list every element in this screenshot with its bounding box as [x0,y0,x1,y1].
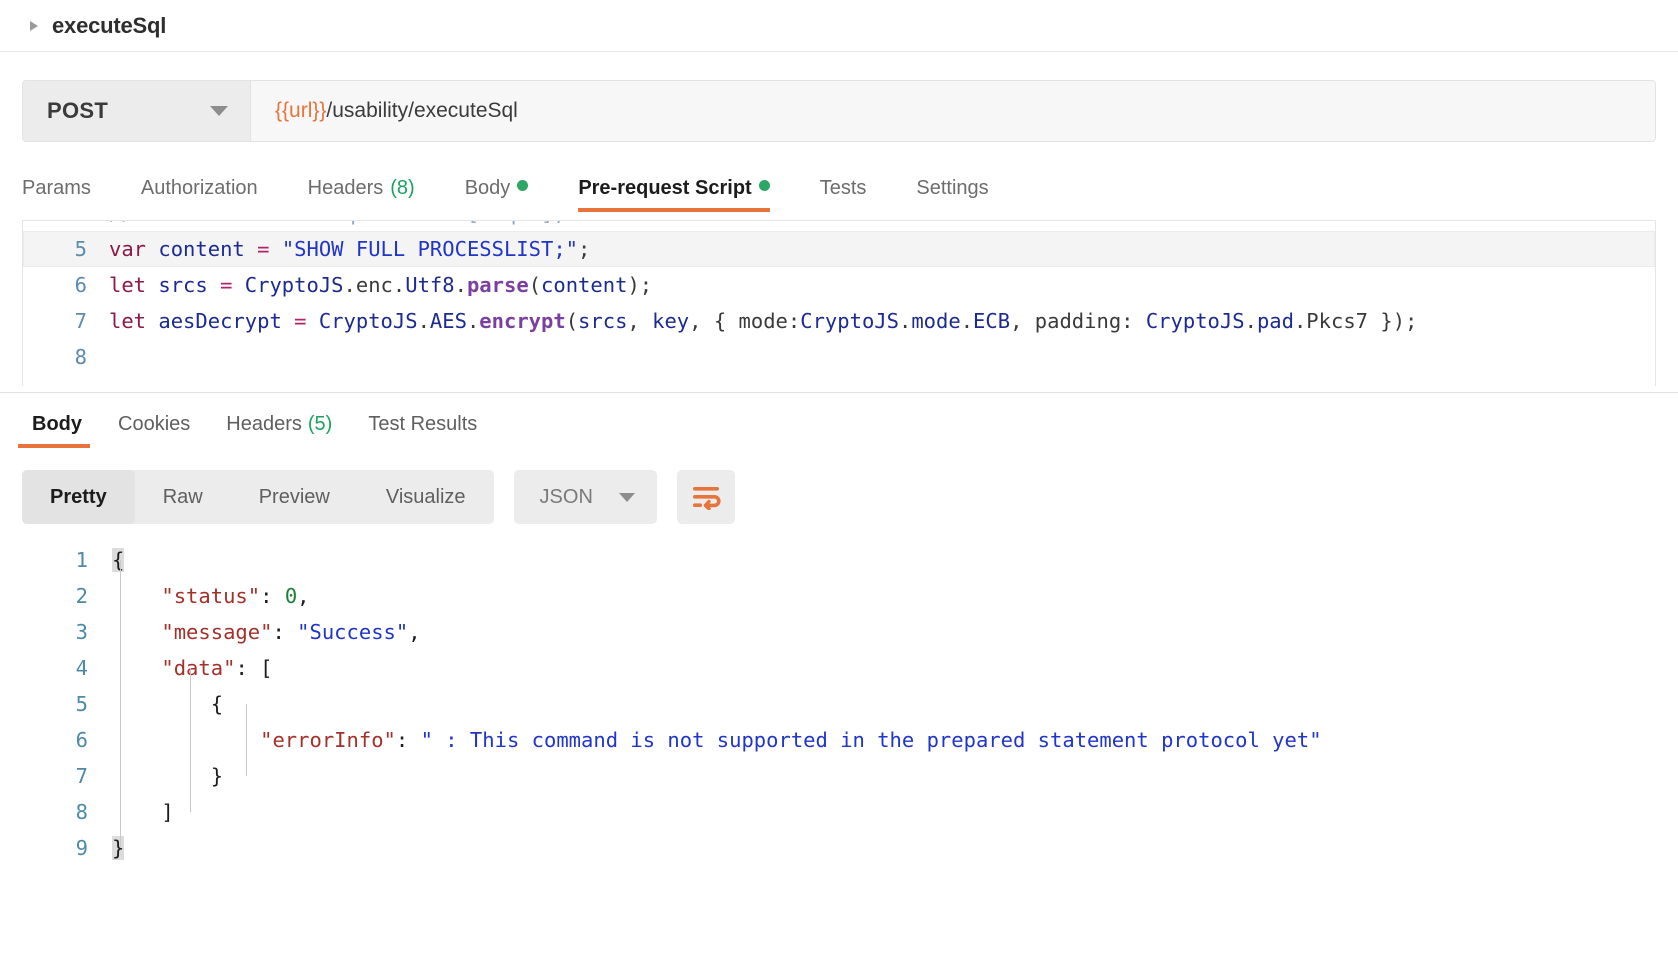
json-line-content: "errorInfo": " : This command is not sup… [260,728,1322,752]
request-tab-pre-request-script[interactable]: Pre-request Script [578,177,771,212]
view-mode-raw[interactable]: Raw [135,470,231,524]
json-line: 2 "status": 0, [0,578,1678,614]
tab-label: Body [32,413,82,435]
line-number: 4 [75,656,88,680]
http-method-dropdown[interactable]: POST [23,81,251,141]
json-line-content: } [112,764,224,788]
http-method-label: POST [47,98,109,123]
tab-label: Body [464,177,511,199]
url-path: /usability/executeSql [326,99,518,122]
json-line: 6 "errorInfo": " : This command is not s… [0,722,1678,758]
line-number: 2 [75,584,88,608]
line-number: 6 [74,273,87,297]
json-line-content: "message": "Success", [161,620,421,644]
request-tab-params[interactable]: Params [22,177,91,212]
script-line: 7 let aesDecrypt = CryptoJS.AES.encrypt(s… [23,303,1655,339]
line-number: 9 [75,836,88,860]
tab-count: (8) [390,177,415,199]
script-line: 4// var content = request.data["sql"]; [23,221,1655,231]
json-line: 8 ] [0,794,1678,830]
line-number: 7 [74,309,87,333]
response-toolbar: Pretty Raw Preview Visualize JSON [0,470,1678,524]
json-line-content: { [112,692,224,716]
response-tab-cookies[interactable]: Cookies [118,413,190,448]
json-line: 7 } [0,758,1678,794]
response-tab-body[interactable]: Body [18,413,90,448]
tab-label: Pre-request Script [578,177,752,199]
chevron-down-icon [210,106,228,116]
response-format-dropdown[interactable]: JSON [513,470,657,524]
triangle-right-icon[interactable] [30,20,38,31]
json-line: 4 "data": [ [0,650,1678,686]
script-line: 8 [23,339,1655,375]
response-tab-headers[interactable]: Headers (5) [226,413,332,448]
json-line-content: "data": [ [161,656,273,680]
tab-modified-dot-icon [758,180,770,191]
wrap-lines-icon [692,487,721,510]
request-tabs: Params Authorization Headers (8) Body Pre-req… [0,160,1678,212]
json-line: 5 { [0,686,1678,722]
pre-request-script-editor[interactable]: 4// var content = request.data["sql"]; 5v… [22,220,1656,386]
json-line: 3 "message": "Success", [0,614,1678,650]
response-tab-test-results[interactable]: Test Results [368,413,477,448]
response-format-label: JSON [539,485,593,508]
page-title: executeSql [52,12,167,38]
indent-guide [246,704,247,776]
tab-modified-dot-icon [517,180,529,191]
url-input[interactable]: {{url}}/usability/executeSql [251,81,1655,141]
json-line: 1{ [0,542,1678,578]
line-number: 7 [75,764,88,788]
tab-label: Cookies [118,413,191,435]
indent-guide [120,560,121,848]
chevron-down-icon [618,492,635,502]
response-view-mode-group: Pretty Raw Preview Visualize [22,470,494,524]
tab-label: Authorization [140,177,258,199]
script-line: 6 let srcs = CryptoJS.enc.Utf8.parse(cont… [23,267,1655,303]
view-mode-pretty[interactable]: Pretty [22,470,135,524]
request-tab-tests[interactable]: Tests [820,177,867,212]
request-tab-settings[interactable]: Settings [916,177,988,212]
script-line: 5 var content = "SHOW FULL PROCESSLIST;"; [23,231,1655,267]
line-number: 3 [75,620,88,644]
view-mode-preview[interactable]: Preview [231,470,358,524]
url-row: POST {{url}}/usability/executeSql [22,80,1656,142]
line-number: 5 [74,237,87,261]
request-tab-body[interactable]: Body [465,177,529,212]
url-variable: {{url}} [275,99,327,122]
request-title-bar: executeSql [0,0,1678,52]
script-line-content: // var content = request.data["sql"]; [109,221,566,231]
json-line-content: } [112,836,125,860]
tab-label: Params [22,177,91,199]
line-number: 8 [74,345,87,369]
json-line-content: "status": 0, [161,584,310,608]
line-number: 5 [75,692,88,716]
json-line-content: { [112,548,125,572]
response-body-viewer[interactable]: 1{2 "status": 0, 3 "message": "Success", 4… [0,542,1678,902]
script-line-content: var content = "SHOW FULL PROCESSLIST;"; [109,237,591,261]
view-mode-visualize[interactable]: Visualize [358,470,494,524]
tab-label: Headers [226,413,302,435]
request-tab-headers[interactable]: Headers (8) [308,177,415,212]
line-number: 1 [75,548,88,572]
json-line-content: ] [112,800,174,824]
tab-label: Tests [819,177,867,199]
request-tab-authorization[interactable]: Authorization [141,177,258,212]
tab-label: Settings [916,177,989,199]
tab-label: Test Results [368,413,478,435]
script-line-content: let srcs = CryptoJS.enc.Utf8.parse(conte… [109,273,653,297]
wrap-lines-button[interactable] [676,470,735,524]
response-tabs: Body Cookies Headers (5) Test Results [0,392,1678,448]
indent-guide [190,668,191,812]
line-number: 6 [75,728,88,752]
line-number: 8 [75,800,88,824]
line-number: 4 [23,221,109,231]
tab-count: (5) [307,413,333,435]
tab-label: Headers [307,177,384,199]
script-line-content: let aesDecrypt = CryptoJS.AES.encrypt(sr… [109,309,1418,333]
json-line: 9} [0,830,1678,866]
